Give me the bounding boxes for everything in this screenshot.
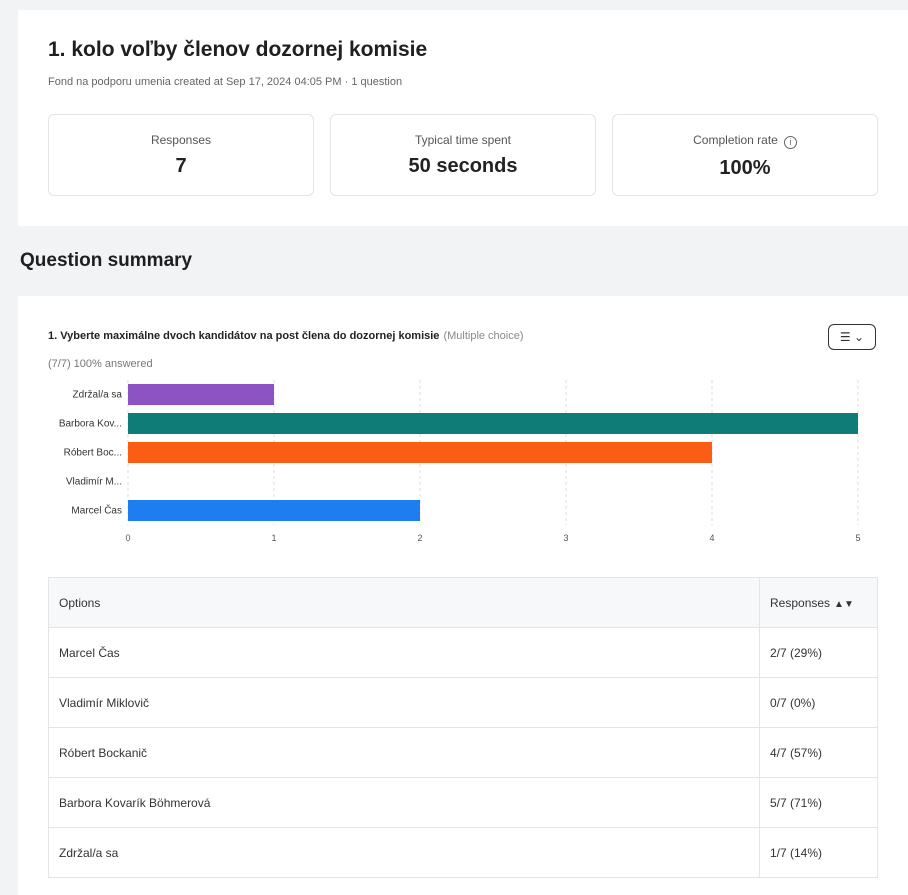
option-cell: Róbert Bockanič — [48, 727, 760, 778]
bar[interactable] — [128, 442, 712, 463]
option-cell: Vladimír Miklovič — [48, 677, 760, 728]
x-tick-label: 4 — [709, 533, 714, 543]
option-cell: Zdržal/a sa — [48, 827, 760, 878]
stat-completion-rate: Completion rate i 100% — [612, 114, 878, 196]
stat-value: 7 — [175, 155, 187, 177]
section-title: Question summary — [20, 250, 193, 271]
table-row: Zdržal/a sa 1/7 (14%) — [48, 827, 878, 878]
y-category-label: Vladimír M... — [66, 477, 122, 488]
response-cell: 0/7 (0%) — [759, 677, 878, 728]
survey-overview-card: 1. kolo voľby členov dozornej komisie Fo… — [18, 10, 908, 226]
table-row: Barbora Kovarík Böhmerová 5/7 (71%) — [48, 777, 878, 828]
y-category-label: Zdržal/a sa — [73, 390, 123, 401]
bar[interactable] — [128, 500, 420, 521]
bar[interactable] — [128, 413, 858, 434]
bar[interactable] — [128, 384, 274, 405]
stat-label: Typical time spent — [414, 133, 512, 147]
stat-typical-time: Typical time spent 50 seconds — [330, 114, 596, 196]
header-options: Options — [48, 577, 760, 628]
y-category-label: Barbora Kov... — [59, 419, 122, 430]
table-header-row: Options Responses ▲▼ — [48, 577, 878, 628]
header-responses-label: Responses — [770, 595, 831, 610]
y-category-label: Marcel Čas — [71, 504, 122, 517]
x-tick-label: 5 — [855, 533, 860, 543]
x-tick-label: 0 — [125, 533, 130, 543]
x-tick-label: 3 — [563, 533, 568, 543]
x-tick-label: 1 — [271, 533, 276, 543]
response-cell: 4/7 (57%) — [759, 727, 878, 778]
info-icon[interactable]: i — [783, 136, 797, 149]
stat-responses: Responses 7 — [48, 114, 314, 196]
response-cell: 1/7 (14%) — [759, 827, 878, 878]
option-cell: Marcel Čas — [48, 627, 760, 678]
header-responses[interactable]: Responses ▲▼ — [759, 577, 878, 628]
stat-value: 50 seconds — [408, 155, 518, 177]
bar-chart: 0 1 2 3 4 5 Zdržal/a sa Barbora Kov... Róbert Bo… — [59, 380, 861, 543]
response-cell: 2/7 (29%) — [759, 627, 878, 678]
question-card: 1. Vyberte maximálne dvoch kandidátov na… — [18, 296, 908, 895]
responses-table: Options Responses ▲▼ Marcel Čas 2/7 (29%)… — [48, 577, 878, 878]
x-tick-label: 2 — [417, 533, 422, 543]
stat-label: Responses — [150, 133, 212, 147]
sort-icon[interactable]: ▲▼ — [834, 599, 854, 610]
table-row: Vladimír Miklovič 0/7 (0%) — [48, 677, 878, 728]
option-cell: Barbora Kovarík Böhmerová — [48, 777, 760, 828]
stat-value: 100% — [719, 157, 771, 179]
y-category-label: Róbert Boc... — [64, 448, 122, 459]
response-cell: 5/7 (71%) — [759, 777, 878, 828]
table-row: Marcel Čas 2/7 (29%) — [48, 627, 878, 678]
stat-label: Completion rate — [693, 133, 778, 147]
survey-meta: Fond na podporu umenia created at Sep 17… — [48, 76, 403, 88]
survey-title: 1. kolo voľby členov dozornej komisie — [48, 38, 428, 61]
table-row: Róbert Bockanič 4/7 (57%) — [48, 727, 878, 778]
